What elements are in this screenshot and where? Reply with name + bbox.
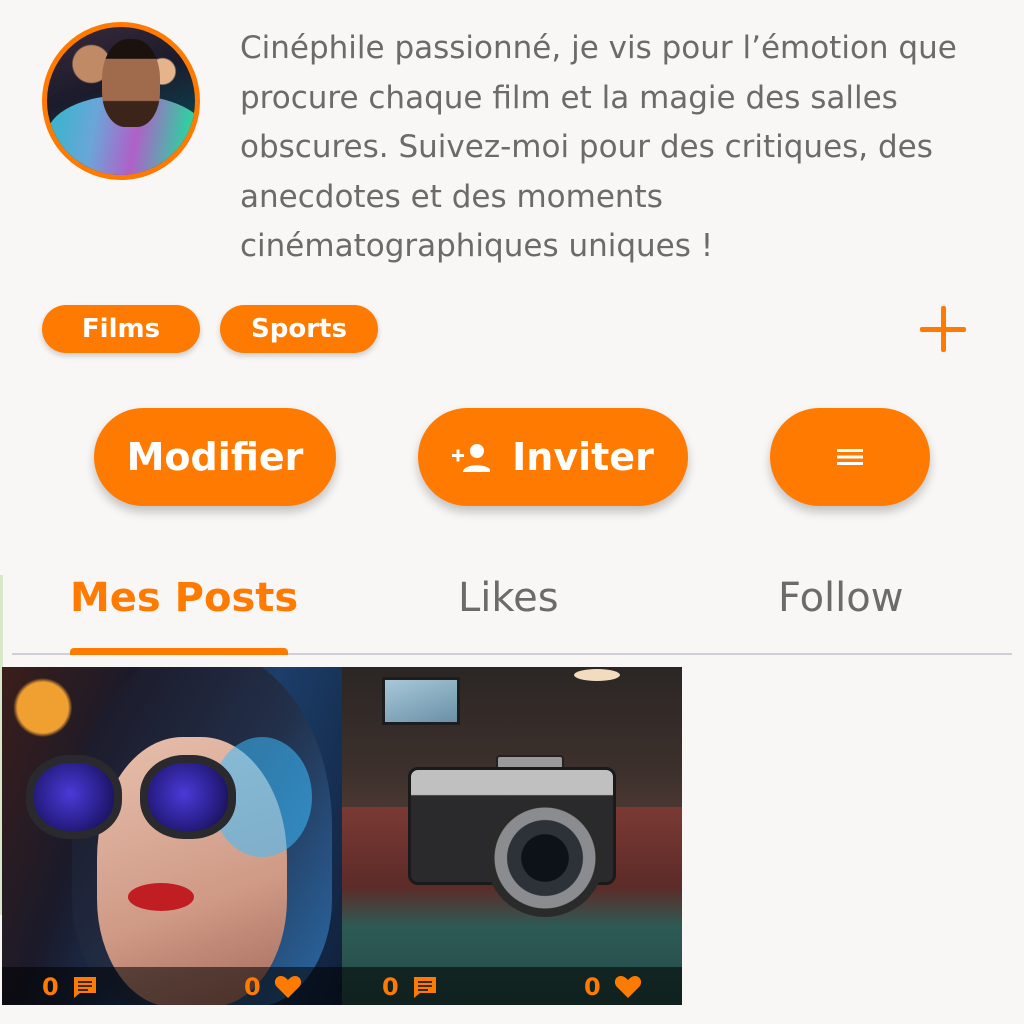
tag-sports[interactable]: Sports bbox=[220, 305, 378, 353]
post-card[interactable]: 0 0 bbox=[342, 667, 682, 1005]
edit-profile-label: Modifier bbox=[126, 435, 304, 479]
invite-button[interactable]: Inviter bbox=[418, 408, 688, 506]
more-menu-button[interactable] bbox=[770, 408, 930, 506]
comment-count: 0 bbox=[382, 973, 399, 1001]
tag-films[interactable]: Films bbox=[42, 305, 200, 353]
like-count: 0 bbox=[584, 973, 601, 1001]
post-image bbox=[342, 667, 682, 1005]
avatar[interactable] bbox=[42, 22, 200, 180]
edit-profile-button[interactable]: Modifier bbox=[94, 408, 336, 506]
profile-bio: Cinéphile passionné, je vis pour l’émoti… bbox=[240, 30, 957, 264]
tab-mes-posts[interactable]: Mes Posts bbox=[70, 568, 298, 628]
person-add-icon bbox=[452, 444, 491, 472]
heart-icon[interactable] bbox=[614, 975, 642, 999]
active-tab-indicator bbox=[70, 648, 288, 655]
comment-icon[interactable] bbox=[412, 975, 438, 999]
post-card[interactable]: 0 0 bbox=[2, 667, 342, 1005]
comment-icon[interactable] bbox=[72, 975, 98, 999]
post-stats: 0 0 bbox=[2, 967, 342, 1005]
post-image bbox=[2, 667, 342, 1005]
add-tag-plus-icon[interactable] bbox=[920, 306, 966, 352]
tab-likes[interactable]: Likes bbox=[458, 568, 559, 628]
invite-label: Inviter bbox=[512, 435, 654, 479]
like-count: 0 bbox=[244, 973, 261, 1001]
comment-count: 0 bbox=[42, 973, 59, 1001]
heart-icon[interactable] bbox=[274, 975, 302, 999]
profile-page: Cinéphile passionné, je vis pour l’émoti… bbox=[0, 0, 1024, 1024]
tab-follow[interactable]: Follow bbox=[778, 568, 903, 628]
post-stats: 0 0 bbox=[342, 967, 682, 1005]
menu-icon bbox=[837, 449, 863, 465]
